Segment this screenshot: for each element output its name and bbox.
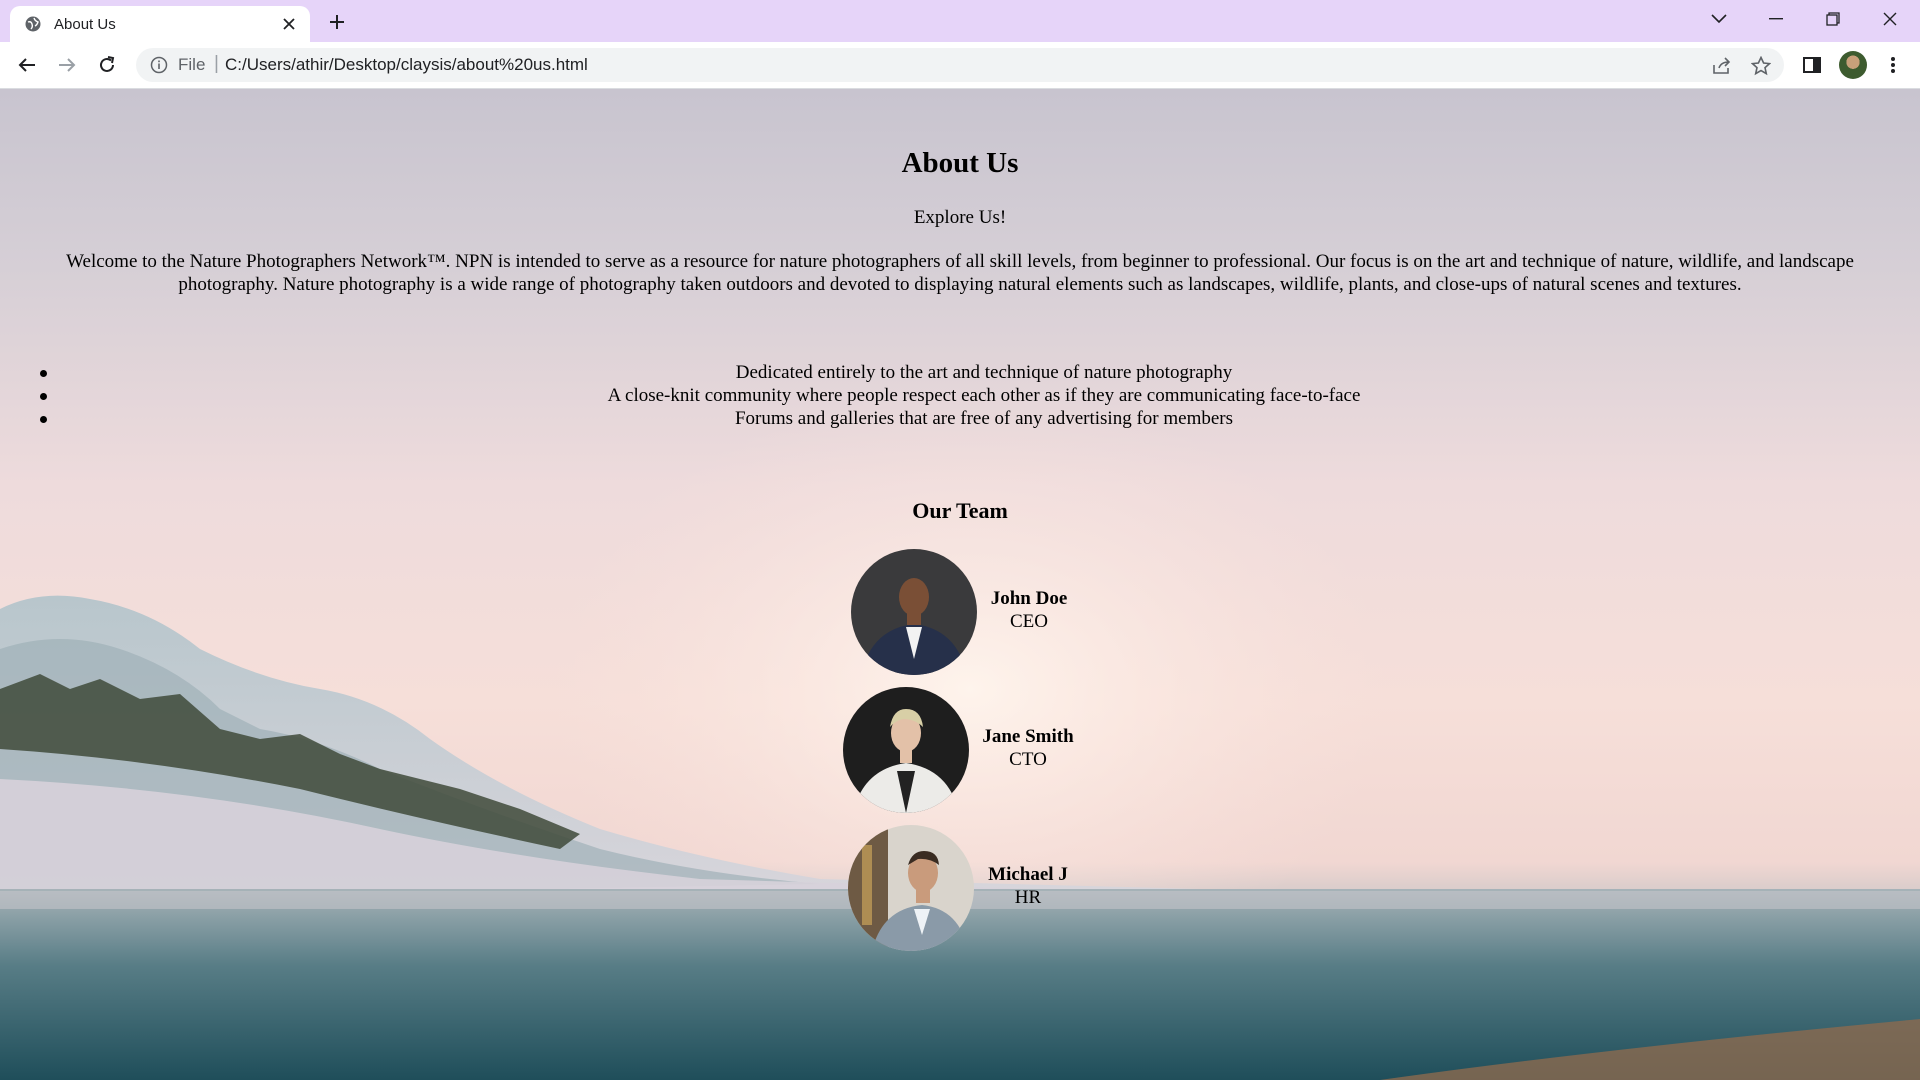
member-name: Michael J — [988, 864, 1068, 885]
member-name: John Doe — [990, 588, 1068, 609]
chevron-down-icon — [1711, 14, 1727, 24]
browser-toolbar: File | C:/Users/athir/Desktop/claysis/ab… — [0, 42, 1920, 89]
page-viewport: About Us Explore Us! Welcome to the Natu… — [0, 89, 1920, 1080]
member-role: CEO — [1010, 611, 1048, 632]
address-url[interactable]: C:/Users/athir/Desktop/claysis/about%20u… — [225, 55, 588, 75]
member-info: Jane Smith CTO — [973, 725, 1083, 771]
minimize-icon — [1769, 18, 1783, 20]
close-tab-icon[interactable] — [278, 13, 300, 35]
avatar — [848, 825, 974, 951]
side-panel-button[interactable] — [1797, 50, 1827, 80]
bullet-icon — [40, 370, 47, 377]
member-role: HR — [1014, 887, 1042, 908]
share-icon[interactable] — [1709, 53, 1735, 79]
info-icon[interactable] — [150, 56, 168, 74]
page-subtitle: Explore Us! — [913, 207, 1007, 228]
team-heading: Our Team — [912, 498, 1008, 523]
feature-text: Dedicated entirely to the art and techni… — [735, 362, 1233, 383]
member-name: Jane Smith — [982, 726, 1074, 747]
bullet-icon — [40, 393, 47, 400]
list-item: A close-knit community where people resp… — [40, 384, 1920, 407]
feature-text: A close-knit community where people resp… — [607, 385, 1361, 406]
tab-search-button[interactable] — [1699, 4, 1739, 34]
address-scheme: File — [178, 55, 206, 74]
restore-button[interactable] — [1813, 4, 1853, 34]
avatar — [851, 549, 977, 675]
menu-button[interactable] — [1878, 50, 1908, 80]
intro-paragraph: Welcome to the Nature Photographers Netw… — [66, 251, 1854, 295]
globe-icon — [25, 16, 41, 32]
bullet-icon — [40, 416, 47, 423]
reload-icon — [100, 56, 115, 72]
close-window-button[interactable] — [1870, 4, 1910, 34]
arrow-left-icon — [18, 58, 35, 72]
team-member-jane: Jane Smith CTO — [843, 687, 1083, 813]
avatar — [843, 687, 969, 813]
browser-tab-active[interactable]: About Us — [10, 6, 310, 42]
list-item: Forums and galleries that are free of an… — [40, 407, 1920, 430]
more-vert-icon — [1891, 57, 1895, 73]
list-item: Dedicated entirely to the art and techni… — [40, 361, 1920, 384]
feature-list: Dedicated entirely to the art and techni… — [40, 361, 1920, 430]
address-divider: | — [214, 53, 219, 74]
arrow-right-icon — [59, 58, 76, 72]
member-role: CTO — [1009, 749, 1047, 770]
reload-button[interactable] — [92, 50, 122, 80]
forward-button[interactable] — [52, 50, 82, 80]
profile-avatar[interactable] — [1839, 51, 1867, 79]
bookmark-star-icon[interactable] — [1748, 53, 1774, 79]
page-title: About Us — [901, 147, 1019, 179]
member-info: Michael J HR — [984, 863, 1072, 909]
member-info: John Doe CEO — [987, 587, 1071, 633]
back-button[interactable] — [12, 50, 42, 80]
side-panel-icon — [1803, 57, 1821, 73]
close-icon — [1883, 12, 1897, 26]
plus-icon — [330, 15, 344, 29]
team-member-john: John Doe CEO — [851, 549, 1081, 675]
new-tab-button[interactable] — [323, 9, 351, 35]
minimize-button[interactable] — [1756, 4, 1796, 34]
restore-icon — [1826, 12, 1840, 26]
feature-text: Forums and galleries that are free of an… — [734, 408, 1234, 429]
address-bar[interactable]: File | C:/Users/athir/Desktop/claysis/ab… — [136, 48, 1784, 82]
tab-strip: About Us — [0, 0, 1920, 42]
team-member-michael: Michael J HR — [848, 825, 1078, 951]
tab-title: About Us — [54, 16, 116, 33]
